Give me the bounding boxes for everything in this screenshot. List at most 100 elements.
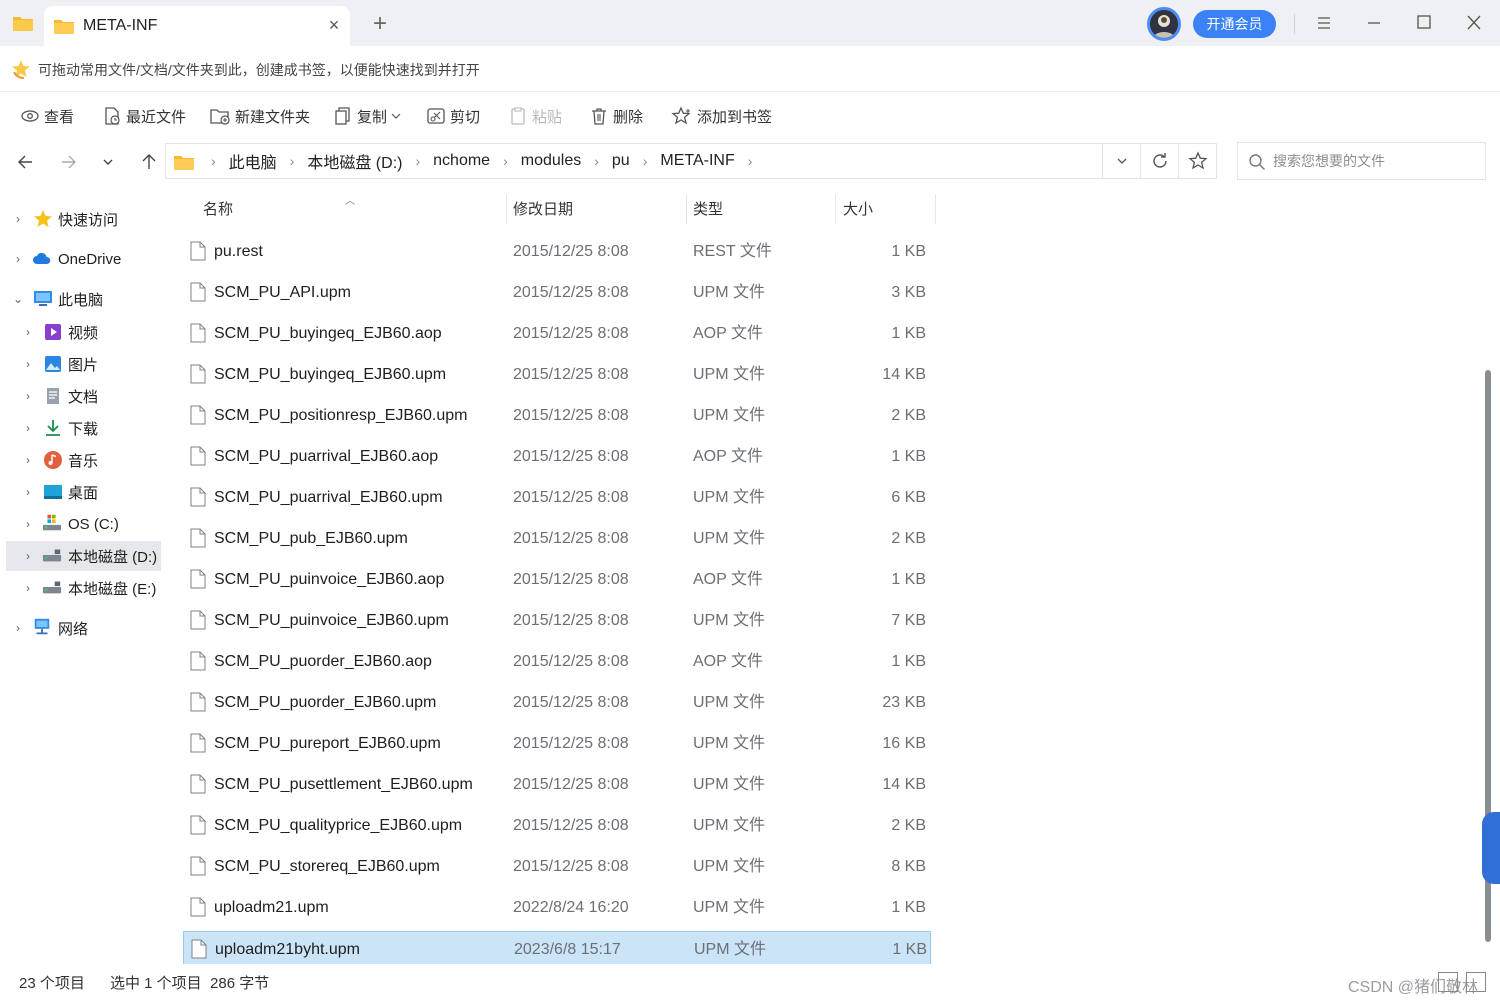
table-row[interactable]: SCM_PU_puarrival_EJB60.upm 2015/12/25 8:0… [183, 480, 931, 515]
table-row[interactable]: SCM_PU_puorder_EJB60.aop 2015/12/25 8:08 A… [183, 644, 931, 679]
column-header-date[interactable]: 修改日期 [513, 190, 573, 228]
column-header-size[interactable]: 大小 [843, 190, 873, 228]
refresh-icon[interactable] [1140, 144, 1178, 178]
chevron-right-icon[interactable]: › [22, 357, 34, 371]
chevron-right-icon[interactable]: › [22, 325, 34, 339]
delete-button[interactable]: 删除 [589, 104, 643, 128]
breadcrumb-pu[interactable]: pu [608, 152, 634, 170]
tab-close-icon[interactable]: × [324, 15, 344, 35]
table-row[interactable]: pu.rest 2015/12/25 8:08 REST 文件 1 KB [183, 234, 931, 269]
table-row[interactable]: SCM_PU_pub_EJB60.upm 2015/12/25 8:08 UPM 文… [183, 521, 931, 556]
sidebar-item-drive-e[interactable]: › 本地磁盘 (E:) [0, 573, 162, 603]
breadcrumb-nchome[interactable]: nchome [429, 152, 494, 170]
sidebar-item-desktop[interactable]: › 桌面 [0, 477, 162, 507]
chevron-right-icon[interactable]: › [281, 153, 304, 169]
address-dropdown-icon[interactable] [1102, 144, 1140, 178]
tab-meta-inf[interactable]: META-INF × [44, 6, 350, 46]
breadcrumb-drive-d[interactable]: 本地磁盘 (D:) [303, 149, 406, 173]
sidebar-item-onedrive[interactable]: › OneDrive [0, 244, 162, 274]
add-bookmark-button[interactable]: 添加到书签 [671, 104, 772, 128]
column-separator[interactable] [835, 194, 836, 224]
column-separator[interactable] [686, 194, 687, 224]
sidebar-item-documents[interactable]: › 文档 [0, 381, 162, 411]
close-icon[interactable] [1459, 10, 1489, 36]
menu-icon[interactable] [1309, 10, 1339, 36]
sidebar-item-network[interactable]: › 网络 [0, 613, 162, 643]
column-separator[interactable] [935, 194, 936, 224]
chevron-right-icon[interactable]: › [12, 212, 24, 226]
chevron-right-icon[interactable]: › [406, 153, 429, 169]
list-view-icon[interactable] [1438, 972, 1458, 992]
chevron-right-icon[interactable]: › [22, 453, 34, 467]
table-row[interactable]: SCM_PU_positionresp_EJB60.upm 2015/12/25 … [183, 398, 931, 433]
table-row[interactable]: SCM_PU_storereq_EJB60.upm 2015/12/25 8:08… [183, 849, 931, 884]
detail-view-icon[interactable] [1466, 972, 1486, 992]
table-row[interactable]: uploadm21.upm 2022/8/24 16:20 UPM 文件 1 KB [183, 890, 931, 925]
chevron-right-icon[interactable]: › [494, 153, 517, 169]
column-header-type[interactable]: 类型 [693, 190, 723, 228]
column-separator[interactable] [506, 194, 507, 224]
table-row[interactable]: SCM_PU_puorder_EJB60.upm 2015/12/25 8:08 U… [183, 685, 931, 720]
copy-button[interactable]: 复制 [333, 104, 406, 128]
paste-button[interactable]: 粘贴 [508, 104, 562, 128]
table-row[interactable]: SCM_PU_API.upm 2015/12/25 8:08 UPM 文件 3 KB [183, 275, 931, 310]
new-folder-button[interactable]: 新建文件夹 [209, 104, 310, 128]
sidebar-item-label: 下载 [68, 420, 99, 438]
breadcrumb-meta-inf[interactable]: META-INF [656, 152, 738, 170]
file-icon [190, 815, 206, 835]
chevron-right-icon[interactable]: › [22, 421, 34, 435]
sidebar-item-video[interactable]: › 视频 [0, 317, 162, 347]
breadcrumb-this-pc[interactable]: 此电脑 [225, 149, 281, 173]
sidebar-item-drive-c[interactable]: › OS (C:) [0, 509, 162, 539]
recent-files-button[interactable]: 最近文件 [102, 104, 186, 128]
chevron-right-icon[interactable]: › [22, 549, 34, 563]
file-date: 2015/12/25 8:08 [513, 407, 629, 424]
view-button[interactable]: 查看 [20, 104, 74, 128]
back-icon[interactable] [14, 150, 38, 174]
sidebar-item-drive-d[interactable]: › 本地磁盘 (D:) [6, 541, 161, 571]
table-row[interactable]: SCM_PU_qualityprice_EJB60.upm 2015/12/25 … [183, 808, 931, 843]
sidebar-item-quick-access[interactable]: › 快速访问 [0, 204, 162, 234]
sidebar-item-pictures[interactable]: › 图片 [0, 349, 162, 379]
sidebar-item-this-pc[interactable]: ⌄ 此电脑 [0, 284, 162, 314]
floating-widget[interactable] [1482, 812, 1500, 884]
chevron-right-icon[interactable]: › [12, 621, 24, 635]
breadcrumb-modules[interactable]: modules [517, 152, 585, 170]
table-row[interactable]: SCM_PU_puinvoice_EJB60.aop 2015/12/25 8:0… [183, 562, 931, 597]
bookmark-star-icon[interactable] [1178, 144, 1216, 178]
column-header-name[interactable]: 名称 [203, 190, 233, 228]
chevron-right-icon[interactable]: › [22, 389, 34, 403]
vip-button[interactable]: 开通会员 [1193, 10, 1276, 38]
sidebar-item-music[interactable]: › 音乐 [0, 445, 162, 475]
table-row[interactable]: uploadm21byht.upm 2023/6/8 15:17 UPM 文件 1 K… [183, 931, 931, 966]
history-dropdown-icon[interactable] [96, 150, 120, 174]
chevron-right-icon[interactable]: › [12, 252, 24, 266]
chevron-right-icon[interactable]: › [22, 581, 34, 595]
address-bar[interactable]: › 此电脑 › 本地磁盘 (D:) › nchome › modules › p… [165, 143, 1217, 179]
avatar[interactable] [1147, 7, 1181, 41]
cut-button[interactable]: 剪切 [426, 104, 480, 128]
file-icon [190, 323, 206, 343]
chevron-right-icon[interactable]: › [22, 517, 34, 531]
search-input[interactable] [1273, 143, 1478, 179]
minimize-icon[interactable] [1359, 10, 1389, 36]
table-row[interactable]: SCM_PU_pureport_EJB60.upm 2015/12/25 8:08… [183, 726, 931, 761]
table-row[interactable]: SCM_PU_buyingeq_EJB60.upm 2015/12/25 8:08… [183, 357, 931, 392]
chevron-right-icon[interactable]: › [634, 153, 657, 169]
table-row[interactable]: SCM_PU_buyingeq_EJB60.aop 2015/12/25 8:08… [183, 316, 931, 351]
table-row[interactable]: SCM_PU_puinvoice_EJB60.upm 2015/12/25 8:0… [183, 603, 931, 638]
chevron-right-icon[interactable]: › [585, 153, 608, 169]
sidebar-item-downloads[interactable]: › 下载 [0, 413, 162, 443]
table-row[interactable]: SCM_PU_puarrival_EJB60.aop 2015/12/25 8:0… [183, 439, 931, 474]
delete-label: 删除 [613, 108, 644, 126]
up-icon[interactable] [137, 150, 161, 174]
maximize-icon[interactable] [1409, 10, 1439, 36]
file-size: 8 KB [891, 858, 926, 875]
table-row[interactable]: SCM_PU_pusettlement_EJB60.upm 2015/12/25 … [183, 767, 931, 802]
forward-icon[interactable] [56, 150, 80, 174]
chevron-down-icon[interactable]: ⌄ [12, 292, 24, 306]
file-icon [190, 241, 206, 261]
chevron-right-icon[interactable]: › [739, 153, 762, 169]
chevron-right-icon[interactable]: › [22, 485, 34, 499]
new-tab-button[interactable]: + [368, 12, 392, 36]
